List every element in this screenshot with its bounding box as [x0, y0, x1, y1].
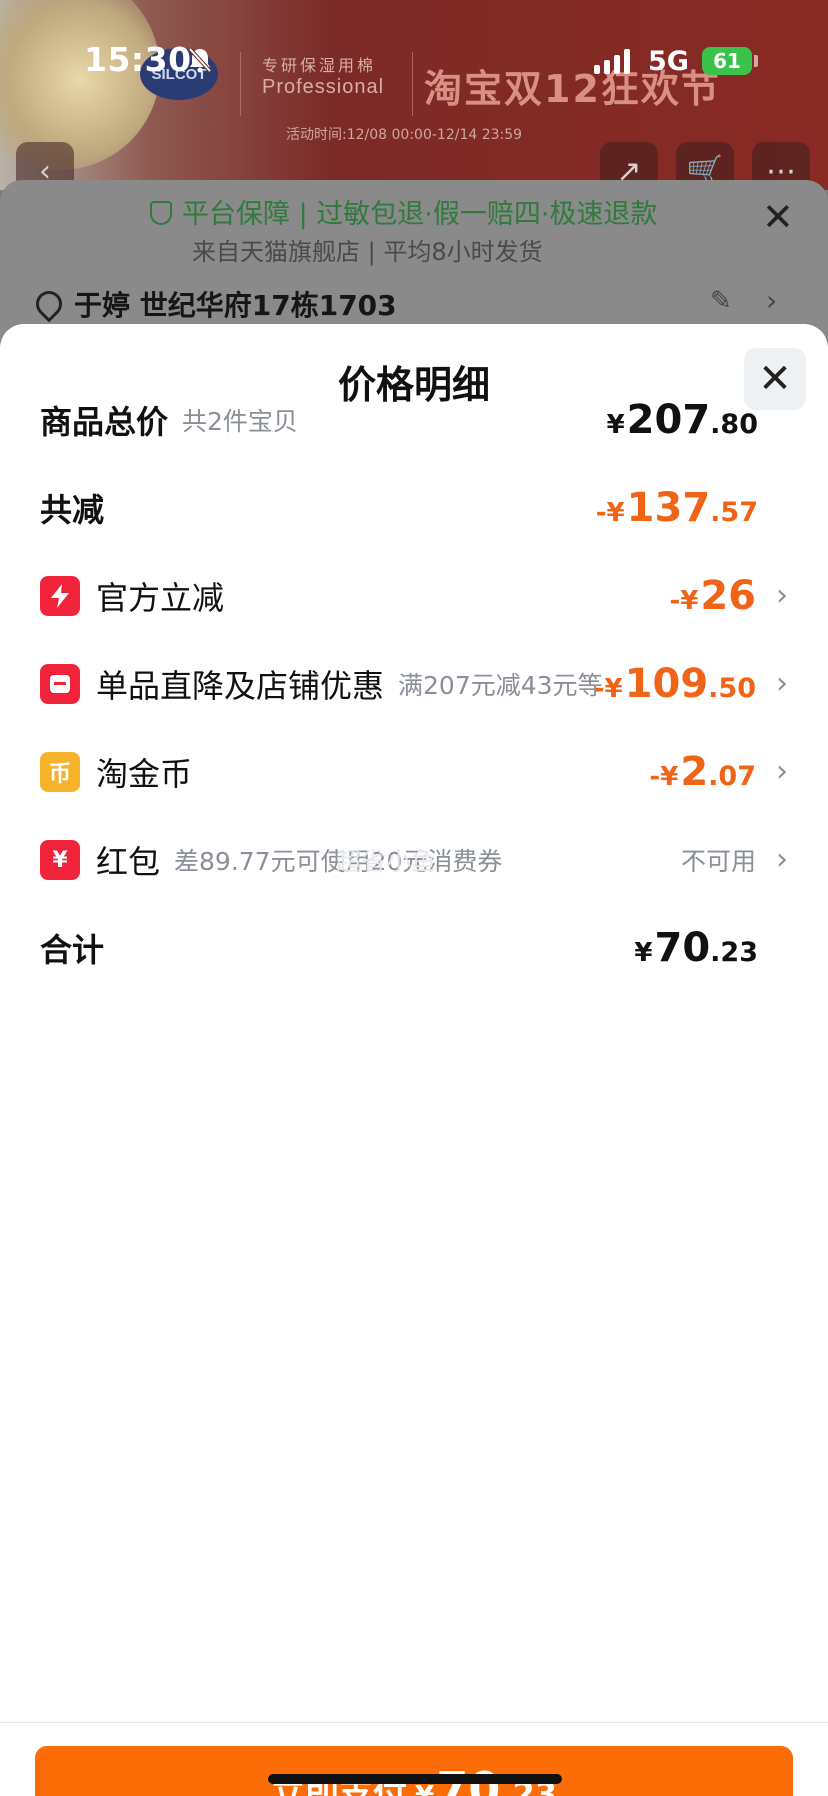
discount-amount: -¥ 2.07: [649, 749, 756, 795]
address-text: 于婷 世纪华府17栋1703: [74, 289, 397, 322]
discount-label: 淘金币: [96, 755, 193, 793]
discount-label: 官方立减: [96, 579, 225, 617]
sum-amount: ¥70.23: [634, 925, 758, 971]
location-pin-icon: [30, 285, 68, 323]
price-detail-modal: 价格明细 ✕ 商品总价 共2件宝贝 ¥207.80 共减 -¥ 137.57 官方…: [0, 324, 828, 1796]
home-indicator: [268, 1774, 562, 1784]
edit-icon[interactable]: ✎: [710, 286, 732, 316]
battery-level: 61: [713, 49, 741, 73]
bottom-divider: [0, 1722, 828, 1723]
coin-icon: 币: [40, 752, 80, 792]
address-row[interactable]: 于婷 世纪华府17栋1703: [30, 284, 397, 324]
red-packet-icon: ¥: [40, 840, 80, 880]
signal-icon: [594, 48, 630, 74]
lightning-icon: [40, 576, 80, 616]
goods-total-amount: ¥207.80: [606, 397, 758, 443]
chevron-right-icon: ›: [776, 753, 788, 789]
status-time: 15:30: [84, 40, 192, 79]
chevron-right-icon: ›: [776, 841, 788, 877]
chevron-right-icon: ›: [776, 577, 788, 613]
total-reduce-amount: -¥ 137.57: [595, 485, 758, 531]
shield-icon: [150, 201, 172, 225]
discount-row-store[interactable]: 单品直降及店铺优惠 满207元减43元等 -¥ 109.50 ›: [0, 654, 828, 714]
brand-tagline-cn: 专研保湿用棉: [262, 58, 377, 75]
platform-guarantee: 平台保障 | 过敏包退·假一赔四·极速退款: [150, 192, 657, 231]
discount-amount: -¥ 26: [669, 573, 756, 619]
battery-tip: [754, 55, 758, 67]
battery-icon: 61: [702, 47, 752, 75]
close-icon[interactable]: ✕: [762, 198, 794, 236]
total-reduce-row: 共减 -¥ 137.57: [0, 478, 828, 538]
chevron-right-icon: ›: [776, 665, 788, 701]
pay-now-button[interactable]: 立即支付 ¥ 70 .23: [35, 1746, 793, 1796]
goods-count: 共2件宝贝: [182, 407, 298, 436]
sum-row: 合计 ¥70.23: [0, 918, 828, 978]
discount-amount: -¥ 109.50: [593, 661, 756, 707]
discount-label: 红包: [96, 843, 161, 881]
banner-divider: [412, 52, 413, 116]
store-info: 来自天猫旗舰店 | 平均8小时发货: [192, 238, 543, 266]
sum-label: 合计: [40, 931, 105, 969]
discount-row-coins[interactable]: 币 淘金币 -¥ 2.07 ›: [0, 742, 828, 802]
discount-row-official[interactable]: 官方立减 -¥ 26 ›: [0, 566, 828, 626]
chevron-right-icon[interactable]: ›: [766, 284, 777, 317]
total-reduce-label: 共减: [40, 491, 105, 529]
red-packet-status: 不可用: [680, 847, 756, 876]
store-icon: [40, 664, 80, 704]
guarantee-text: 平台保障 | 过敏包退·假一赔四·极速退款: [182, 199, 658, 230]
goods-total-label: 商品总价: [40, 403, 169, 441]
brand-tagline: 专研保湿用棉 Professional: [262, 58, 384, 98]
network-type: 5G: [648, 46, 689, 77]
discount-condition: 满207元减43元等: [398, 671, 603, 700]
watermark: 超省小鱼: [336, 847, 437, 876]
goods-total-row: 商品总价 共2件宝贝 ¥207.80: [0, 390, 828, 450]
brand-tagline-en: Professional: [262, 75, 385, 98]
event-time: 活动时间:12/08 00:00-12/14 23:59: [286, 127, 523, 143]
discount-label: 单品直降及店铺优惠: [96, 667, 385, 705]
bell-muted-icon: [186, 46, 214, 74]
banner-divider: [240, 52, 241, 116]
